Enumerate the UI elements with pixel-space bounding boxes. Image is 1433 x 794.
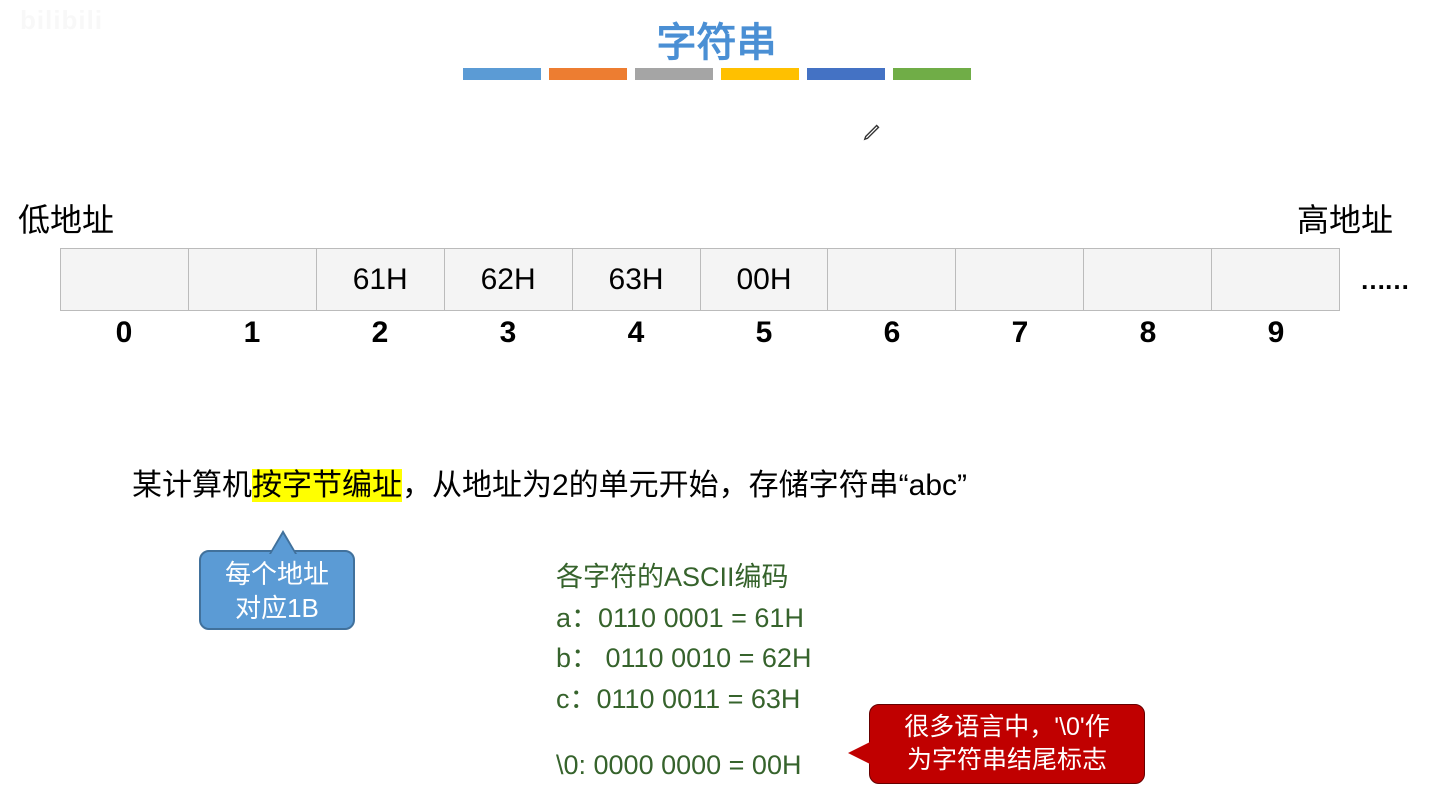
index-cell: 5 — [700, 316, 828, 350]
ascii-c: c：0110 0011 = 63H — [556, 679, 811, 720]
color-bar-orange — [549, 68, 627, 80]
memory-cell — [1084, 249, 1212, 311]
memory-cells-table: 61H 62H 63H 00H — [60, 248, 1340, 311]
memory-cell — [1212, 249, 1340, 311]
pen-icon — [862, 120, 884, 148]
ascii-b: b： 0110 0010 = 62H — [556, 638, 811, 679]
index-cell: 8 — [1084, 316, 1212, 350]
color-bar-gray — [635, 68, 713, 80]
index-cell: 3 — [444, 316, 572, 350]
index-cell: 0 — [60, 316, 188, 350]
description-text: 某计算机按字节编址，从地址为2的单元开始，存储字符串“abc” — [132, 460, 967, 504]
color-bar-green — [893, 68, 971, 80]
memory-cell — [956, 249, 1084, 311]
ascii-null-line: \0: 0000 0000 = 00H — [556, 750, 801, 781]
ascii-a: a：0110 0001 = 61H — [556, 598, 811, 639]
desc-pre: 某计算机 — [132, 469, 252, 502]
ascii-encoding-block: 各字符的ASCII编码 a：0110 0001 = 61H b： 0110 00… — [556, 557, 811, 719]
index-cell: 2 — [316, 316, 444, 350]
memory-cell: 62H — [444, 249, 572, 311]
memory-cell — [61, 249, 189, 311]
callout-red-line2: 为字符串结尾标志 — [870, 744, 1144, 777]
color-bar-blue — [463, 68, 541, 80]
memory-index-row: 0 1 2 3 4 5 6 7 8 9 — [60, 316, 1340, 350]
index-cell: 6 — [828, 316, 956, 350]
low-address-label: 低地址 — [18, 195, 114, 241]
memory-cell — [828, 249, 956, 311]
callout-blue-line1: 每个地址 — [201, 558, 353, 592]
slide-title: 字符串 — [657, 10, 777, 68]
ascii-title: 各字符的ASCII编码 — [556, 557, 811, 598]
memory-cell: 63H — [572, 249, 700, 311]
desc-highlight: 按字节编址 — [252, 469, 402, 502]
memory-cell: 61H — [316, 249, 444, 311]
callout-blue-line2: 对应1B — [201, 592, 353, 626]
color-bar-yellow — [721, 68, 799, 80]
memory-cell: 00H — [700, 249, 828, 311]
high-address-label: 高地址 — [1297, 195, 1393, 241]
decorative-color-bars — [463, 68, 971, 80]
callout-red-line1: 很多语言中，'\0'作 — [870, 711, 1144, 744]
callout-null-terminator: 很多语言中，'\0'作 为字符串结尾标志 — [869, 704, 1145, 784]
index-cell: 7 — [956, 316, 1084, 350]
desc-post: ，从地址为2的单元开始，存储字符串“abc” — [402, 469, 967, 502]
callout-byte-addressing: 每个地址 对应1B — [199, 550, 355, 630]
ellipsis-label: …… — [1360, 265, 1408, 296]
memory-cell — [188, 249, 316, 311]
index-cell: 9 — [1212, 316, 1340, 350]
index-cell: 1 — [188, 316, 316, 350]
color-bar-darkblue — [807, 68, 885, 80]
index-cell: 4 — [572, 316, 700, 350]
logo-watermark: bilibili — [20, 5, 200, 45]
